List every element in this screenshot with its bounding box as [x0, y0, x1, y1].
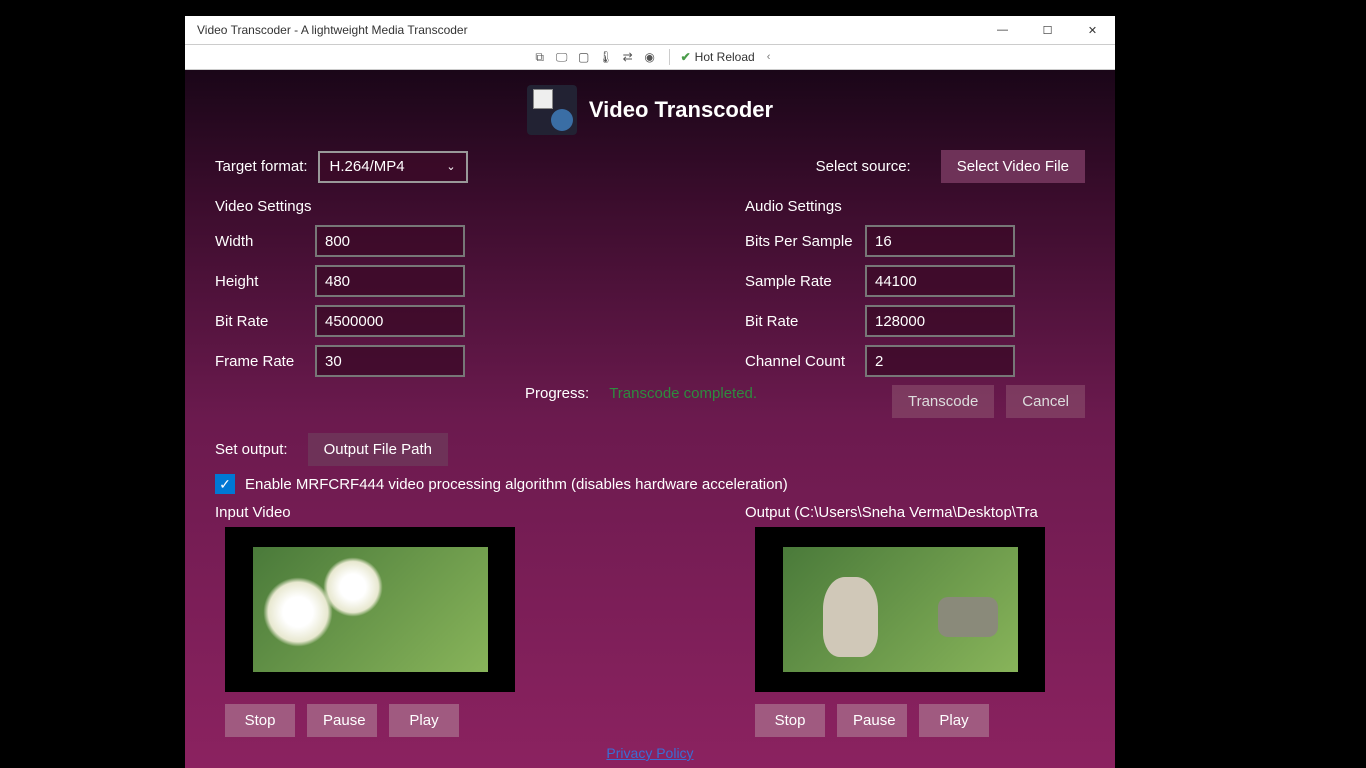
header: Video Transcoder [215, 85, 1085, 135]
channel-count-label: Channel Count [745, 353, 865, 370]
progress-status: Transcode completed. [609, 385, 757, 402]
output-video-label: Output (C:\Users\Sneha Verma\Desktop\Tra [745, 504, 1085, 521]
window-controls: — ☐ ✕ [980, 16, 1115, 44]
output-path-button[interactable]: Output File Path [308, 433, 448, 466]
framerate-input[interactable] [315, 345, 465, 377]
input-video-label: Input Video [215, 504, 555, 521]
hot-reload-button[interactable]: ✔ Hot Reload [675, 50, 761, 64]
transcode-button[interactable]: Transcode [892, 385, 994, 418]
app-window: Video Transcoder - A lightweight Media T… [185, 16, 1115, 768]
mrfcrf444-label: Enable MRFCRF444 video processing algori… [245, 476, 788, 493]
debug-toolbar: ⧉ 🖵 ▢ 🌡 ⇄ ◉ ✔ Hot Reload ‹ [185, 44, 1115, 70]
video-thumbnail [783, 547, 1018, 672]
channel-count-input[interactable] [865, 345, 1015, 377]
app-icon [527, 85, 577, 135]
video-settings-title: Video Settings [215, 198, 575, 215]
app-body: Video Transcoder Target format: H.264/MP… [185, 70, 1115, 768]
select-file-button[interactable]: Select Video File [941, 150, 1085, 183]
close-button[interactable]: ✕ [1070, 16, 1115, 44]
height-input[interactable] [315, 265, 465, 297]
sample-rate-input[interactable] [865, 265, 1015, 297]
tool-icon[interactable]: ◉ [640, 47, 660, 67]
app-title: Video Transcoder [589, 97, 773, 123]
window-title: Video Transcoder - A lightweight Media T… [197, 23, 468, 37]
sample-rate-label: Sample Rate [745, 273, 865, 290]
progress-label: Progress: [525, 385, 589, 402]
check-icon: ✔ [681, 50, 691, 64]
chevron-icon[interactable]: ‹ [763, 51, 775, 63]
progress-row: Progress: Transcode completed. [525, 385, 757, 402]
select-source-label: Select source: [816, 158, 911, 175]
tool-icon[interactable]: ⧉ [530, 47, 550, 67]
cancel-button[interactable]: Cancel [1006, 385, 1085, 418]
audio-bitrate-label: Bit Rate [745, 313, 865, 330]
maximize-button[interactable]: ☐ [1025, 16, 1070, 44]
tool-icon[interactable]: ▢ [574, 47, 594, 67]
input-stop-button[interactable]: Stop [225, 704, 295, 737]
separator [669, 49, 670, 65]
titlebar: Video Transcoder - A lightweight Media T… [185, 16, 1115, 44]
width-label: Width [215, 233, 315, 250]
tool-icon[interactable]: ⇄ [618, 47, 638, 67]
mrfcrf444-checkbox[interactable]: ✓ [215, 474, 235, 494]
output-pause-button[interactable]: Pause [837, 704, 907, 737]
hot-reload-label: Hot Reload [695, 50, 755, 64]
output-stop-button[interactable]: Stop [755, 704, 825, 737]
audio-bitrate-input[interactable] [865, 305, 1015, 337]
video-bitrate-label: Bit Rate [215, 313, 315, 330]
input-pause-button[interactable]: Pause [307, 704, 377, 737]
set-output-label: Set output: [215, 441, 288, 458]
output-video-preview [755, 527, 1045, 692]
framerate-label: Frame Rate [215, 353, 315, 370]
bits-input[interactable] [865, 225, 1015, 257]
privacy-policy-link[interactable]: Privacy Policy [606, 745, 693, 761]
tool-icon[interactable]: 🖵 [552, 47, 572, 67]
width-input[interactable] [315, 225, 465, 257]
audio-settings-title: Audio Settings [745, 198, 1085, 215]
target-format-value: H.264/MP4 [330, 158, 405, 175]
height-label: Height [215, 273, 315, 290]
bits-label: Bits Per Sample [745, 233, 865, 250]
input-play-button[interactable]: Play [389, 704, 459, 737]
output-play-button[interactable]: Play [919, 704, 989, 737]
target-format-label: Target format: [215, 158, 308, 175]
video-bitrate-input[interactable] [315, 305, 465, 337]
video-thumbnail [253, 547, 488, 672]
chevron-down-icon: ⌄ [446, 160, 455, 173]
target-format-select[interactable]: H.264/MP4 ⌄ [318, 151, 468, 183]
minimize-button[interactable]: — [980, 16, 1025, 44]
input-video-preview [225, 527, 515, 692]
tool-icon[interactable]: 🌡 [596, 47, 616, 67]
